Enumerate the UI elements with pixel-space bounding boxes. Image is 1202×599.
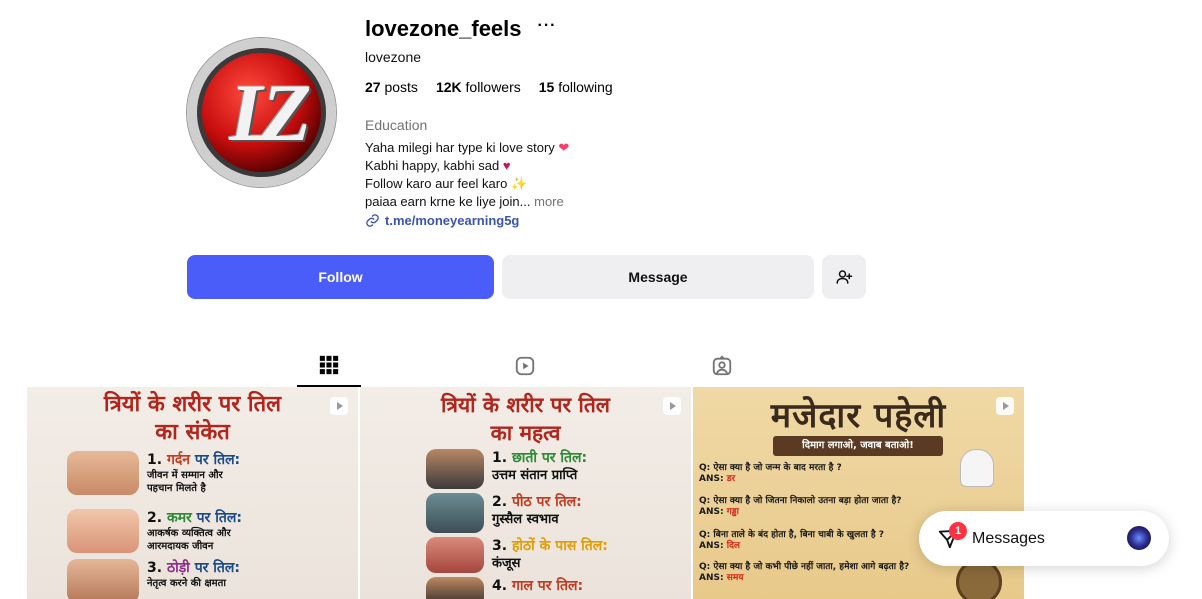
bio-line: Kabhi happy, kabhi sad ♥	[365, 158, 511, 173]
message-button[interactable]: Message	[502, 255, 814, 299]
lips-thumbnail	[426, 537, 484, 573]
list-item: 1. छाती पर तिल: उत्तम संतान प्राप्ति	[426, 449, 587, 489]
post-tile[interactable]: त्रियों के शरीर पर तिल का महत्व 1. छाती …	[360, 387, 691, 599]
list-item: 1. गर्दन पर तिल: जीवन में सम्मान और पहचा…	[67, 451, 240, 495]
grid-icon	[319, 355, 339, 375]
dizzy-emoji-icon: ✨	[510, 176, 528, 191]
lip-thumbnail	[67, 509, 139, 553]
tagged-icon	[712, 355, 732, 376]
face-thumbnail	[426, 577, 484, 599]
link-icon	[366, 214, 379, 227]
profile-tabs	[297, 345, 797, 387]
list-item: 4. गाल पर तिल:	[426, 577, 583, 599]
list-item: 2. पीठ पर तिल: गुस्सैल स्वभाव	[426, 493, 582, 533]
profile-avatar[interactable]: LZ	[187, 38, 336, 187]
list-item: Q: ऐसा क्या है जो जितना निकालो उतना बड़ा…	[699, 496, 902, 517]
list-item: 3. ठोड़ी पर तिल: नेतृत्व करने की क्षमता	[67, 559, 240, 599]
unread-badge: 1	[949, 522, 967, 540]
list-item: Q: ऐसा क्या है जो जन्म के बाद मरता है ? …	[699, 463, 842, 484]
back-thumbnail	[426, 493, 484, 533]
followers-stat[interactable]: 12K followers	[436, 79, 521, 95]
profile-category: Education	[365, 117, 428, 133]
follow-button[interactable]: Follow	[187, 255, 494, 299]
neck-thumbnail	[67, 451, 139, 495]
messages-widget[interactable]: 1 Messages	[919, 511, 1169, 566]
chest-thumbnail	[426, 449, 484, 489]
messages-label: Messages	[972, 530, 1045, 547]
profile-full-name: lovezone	[365, 49, 422, 65]
posts-grid: त्रियों के शरीर पर तिल का संकेत 1. गर्दन…	[27, 387, 1025, 599]
profile-stats: 27 posts 12K followers 15 following	[365, 79, 613, 95]
bio-line: Yaha milegi har type ki love story ❤	[365, 140, 570, 155]
eye-thumbnail	[67, 559, 139, 599]
profile-username: lovezone_feels	[365, 16, 522, 41]
post-title: त्रियों के शरीर पर तिल का महत्व	[440, 393, 611, 445]
list-item: 2. कमर पर तिल: आकर्षक व्यक्तित्व और आरमद…	[67, 509, 242, 553]
broken-heart-emoji-icon: ♥	[502, 158, 511, 173]
post-title: त्रियों के शरीर पर तिल का संकेत	[103, 392, 282, 445]
profile-external-link[interactable]: t.me/moneyearning5g	[365, 213, 519, 228]
avatar-logo-letters: LZ	[229, 67, 311, 158]
list-item: Q: बिना ताले के बंद होता है, बिना चाबी क…	[699, 530, 884, 551]
post-tile[interactable]: त्रियों के शरीर पर तिल का संकेत 1. गर्दन…	[27, 387, 358, 599]
add-user-icon	[836, 270, 853, 284]
ghost-icon	[960, 449, 994, 487]
heart-emoji-icon: ❤	[558, 140, 570, 155]
reels-icon	[515, 356, 535, 376]
posts-stat: 27 posts	[365, 79, 418, 95]
bio-more-link[interactable]: more	[534, 194, 564, 209]
more-options-icon[interactable]: ···	[538, 17, 557, 35]
avatar	[1127, 526, 1151, 550]
post-tile[interactable]: मजेदार पहेली दिमाग लगाओ, जवाब बताओ! Q: ऐ…	[693, 387, 1024, 599]
username-row: lovezone_feels ···	[365, 16, 557, 42]
tab-tagged[interactable]	[690, 345, 754, 387]
profile-link-text: t.me/moneyearning5g	[385, 213, 520, 228]
bio-line: paiaa earn krne ke liye join... more	[365, 194, 564, 209]
profile-bio: Yaha milegi har type ki love story ❤ Kab…	[365, 139, 569, 211]
list-item: Q: ऐसा क्या है जो कभी पीछे नहीं जाता, हम…	[699, 562, 910, 583]
tab-posts[interactable]	[297, 345, 361, 387]
suggested-users-button[interactable]	[822, 255, 866, 299]
post-subtitle: दिमाग लगाओ, जवाब बताओ!	[773, 436, 943, 456]
post-title: मजेदार पहेली	[770, 396, 947, 436]
list-item: 3. होठों के पास तिल: कंजूस	[426, 537, 608, 573]
following-stat[interactable]: 15 following	[539, 79, 613, 95]
tab-reels[interactable]	[493, 345, 557, 387]
bio-line: Follow karo aur feel karo ✨	[365, 176, 528, 191]
